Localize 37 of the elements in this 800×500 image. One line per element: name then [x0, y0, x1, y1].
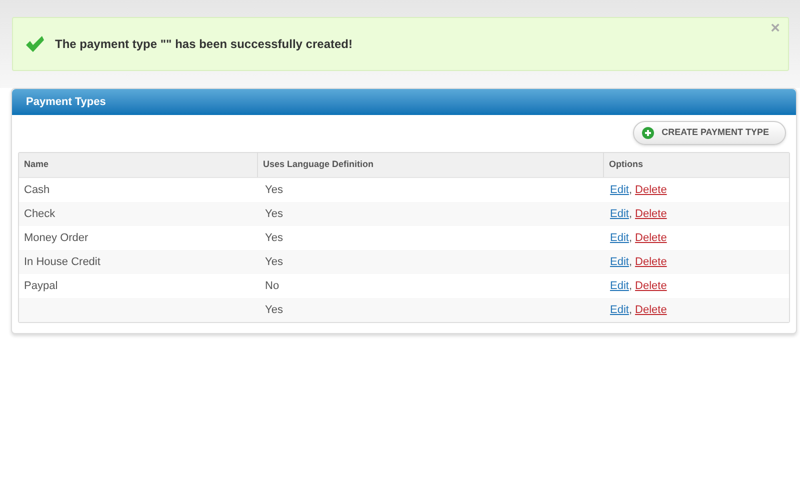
edit-link[interactable]: Edit: [610, 206, 629, 222]
separator-text: ,: [628, 254, 632, 270]
table-cell: Yes: [265, 184, 283, 196]
alert-message: The payment type "" has been successfully created!: [55, 36, 352, 53]
edit-link[interactable]: Edit: [610, 182, 629, 198]
separator-text: ,: [628, 278, 632, 294]
delete-link[interactable]: Delete: [635, 230, 667, 246]
checkmark-icon: [25, 35, 45, 53]
table-cell: In House Credit: [24, 256, 100, 268]
table-cell: Yes: [265, 232, 283, 244]
separator-text: ,: [628, 230, 632, 246]
delete-link[interactable]: Delete: [635, 302, 667, 318]
create-payment-type-button[interactable]: CREATE PAYMENT TYPE: [632, 121, 786, 145]
table-cell: Cash: [24, 184, 50, 196]
edit-link[interactable]: Edit: [610, 254, 629, 270]
plus-icon: [642, 127, 654, 139]
table-cell: No: [265, 280, 280, 292]
delete-link[interactable]: Delete: [635, 206, 667, 222]
table-cell: Paypal: [24, 280, 58, 292]
edit-link[interactable]: Edit: [610, 230, 629, 246]
edit-link[interactable]: Edit: [610, 278, 629, 294]
separator-text: ,: [628, 206, 632, 222]
table-cell: Yes: [265, 256, 283, 268]
table-cell: Money Order: [24, 232, 88, 244]
table-cell: Yes: [265, 304, 283, 316]
delete-link[interactable]: Delete: [635, 278, 667, 294]
delete-link[interactable]: Delete: [635, 254, 667, 270]
column-header: Uses Language Definition: [263, 158, 374, 172]
separator-text: ,: [628, 182, 632, 198]
column-header: Options: [609, 158, 643, 172]
panel-title: Payment Types: [26, 94, 106, 110]
table-cell: Check: [24, 208, 56, 220]
table-cell: Yes: [265, 208, 283, 220]
edit-link[interactable]: Edit: [610, 302, 629, 318]
column-header: Name: [24, 158, 49, 172]
delete-link[interactable]: Delete: [635, 182, 667, 198]
separator-text: ,: [628, 302, 632, 318]
